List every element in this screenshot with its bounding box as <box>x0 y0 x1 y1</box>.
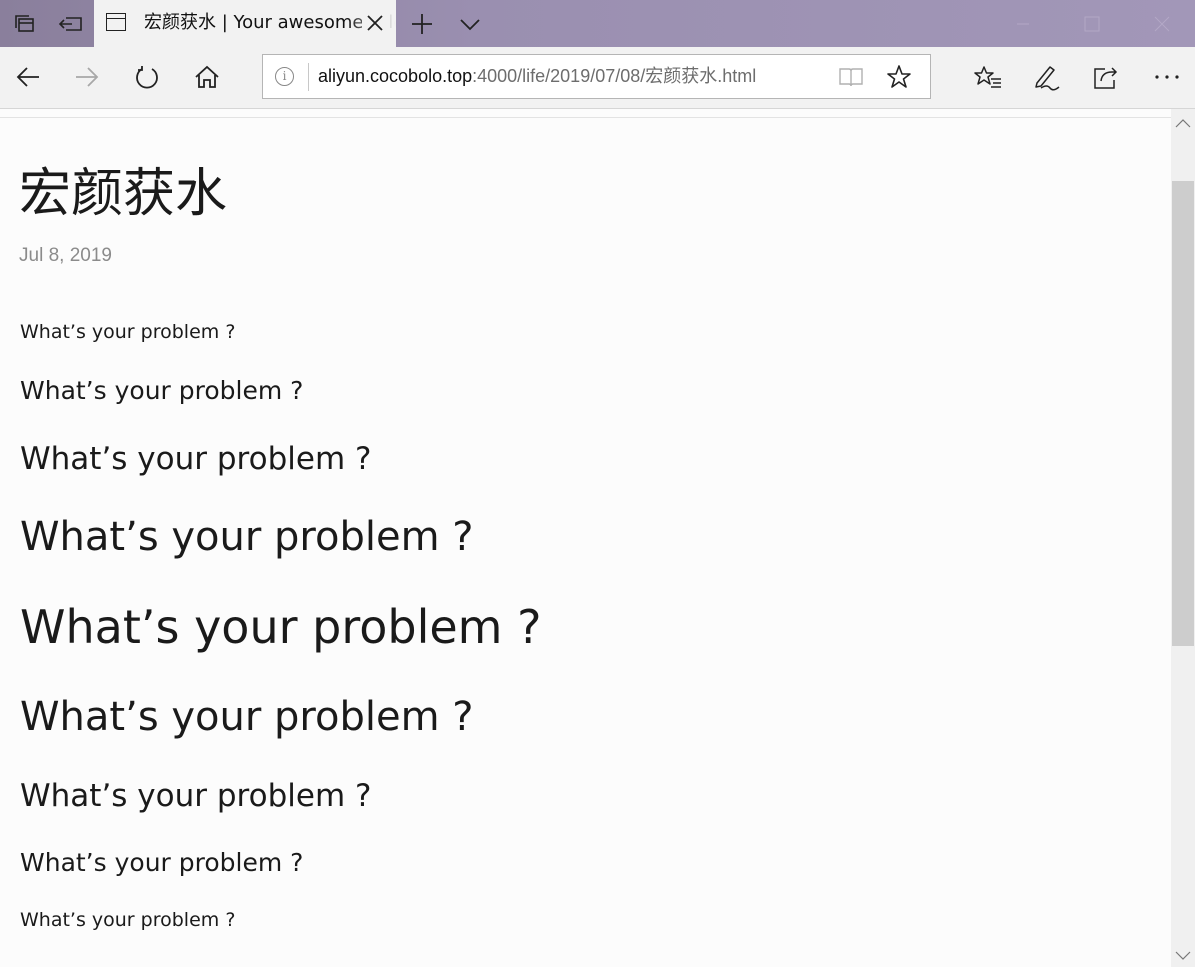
reading-view-button[interactable] <box>837 64 867 90</box>
address-bar[interactable]: i aliyun.cocobolo.top:4000/life/2019/07/… <box>262 54 931 99</box>
tabs-aside-button[interactable] <box>47 0 94 47</box>
text-line-h3: What’s your problem ? <box>20 694 474 740</box>
favorites-list-icon <box>974 66 1001 88</box>
url-host: aliyun.cocobolo.top <box>318 66 473 86</box>
url-text[interactable]: aliyun.cocobolo.top:4000/life/2019/07/08… <box>318 64 756 88</box>
text-line-h5: What’s your problem ? <box>20 376 304 405</box>
vertical-scrollbar[interactable] <box>1171 109 1195 967</box>
text-line-h2: What’s your problem ? <box>20 600 542 654</box>
scrollbar-thumb[interactable] <box>1172 181 1194 646</box>
arrow-left-icon <box>16 67 39 87</box>
star-icon <box>887 65 911 88</box>
home-button[interactable] <box>183 53 231 101</box>
home-icon <box>195 65 219 88</box>
post-date: Jul 8, 2019 <box>19 245 112 266</box>
favorites-hub-button[interactable] <box>964 53 1012 101</box>
close-icon <box>1154 16 1170 31</box>
forward-button[interactable] <box>63 53 111 101</box>
favorite-button[interactable] <box>885 63 915 91</box>
notes-button[interactable] <box>1023 53 1071 101</box>
refresh-button[interactable] <box>123 53 171 101</box>
page-content: 宏颜获水 Jul 8, 2019 What’s your problem ? W… <box>0 109 1171 967</box>
new-tab-button[interactable] <box>398 0 445 47</box>
chevron-down-icon <box>459 18 480 30</box>
back-button[interactable] <box>4 53 52 101</box>
text-line-h4: What’s your problem ? <box>20 778 372 814</box>
share-icon <box>1094 67 1118 89</box>
header-divider <box>0 117 1171 118</box>
page-icon <box>106 13 126 31</box>
plus-icon <box>411 13 432 34</box>
scroll-up-button[interactable] <box>1171 112 1195 134</box>
arrow-right-icon <box>76 67 99 87</box>
chevron-down-icon <box>1175 951 1191 960</box>
chevron-up-icon <box>1175 119 1191 128</box>
text-line-h6: What’s your problem ? <box>20 321 236 343</box>
tab-list-button[interactable] <box>446 0 493 47</box>
active-tab[interactable]: 宏颜获水 | Your awesome title <box>94 0 396 47</box>
maximize-button[interactable] <box>1069 0 1115 47</box>
close-icon <box>367 15 383 31</box>
tabs-aside-icon <box>58 16 82 31</box>
more-icon <box>1155 75 1179 79</box>
set-aside-tabs-button[interactable] <box>0 0 47 47</box>
scroll-down-button[interactable] <box>1171 945 1195 967</box>
pen-icon <box>1035 66 1060 91</box>
post-title: 宏颜获水 <box>19 164 228 224</box>
set-aside-tabs-icon <box>14 14 34 32</box>
share-button[interactable] <box>1082 53 1130 101</box>
maximize-icon <box>1084 16 1100 31</box>
text-line-h3: What’s your problem ? <box>20 514 474 560</box>
navigation-bar: i aliyun.cocobolo.top:4000/life/2019/07/… <box>0 47 1195 109</box>
text-line-h4: What’s your problem ? <box>20 441 372 477</box>
url-path: :4000/life/2019/07/08/宏颜获水.html <box>472 66 757 86</box>
more-button[interactable] <box>1143 53 1191 101</box>
address-divider <box>308 63 309 91</box>
book-icon <box>839 68 863 87</box>
tab-close-button[interactable] <box>362 10 388 36</box>
text-line-h5: What’s your problem ? <box>20 848 304 877</box>
title-bar: 宏颜获水 | Your awesome title <box>0 0 1195 47</box>
window-close-button[interactable] <box>1139 0 1185 47</box>
info-icon[interactable]: i <box>275 67 294 86</box>
minimize-icon <box>1017 23 1029 24</box>
text-line-h6: What’s your problem ? <box>20 909 236 931</box>
tab-title: 宏颜获水 | Your awesome title <box>144 12 396 33</box>
refresh-icon <box>136 66 158 89</box>
minimize-button[interactable] <box>1000 0 1046 47</box>
